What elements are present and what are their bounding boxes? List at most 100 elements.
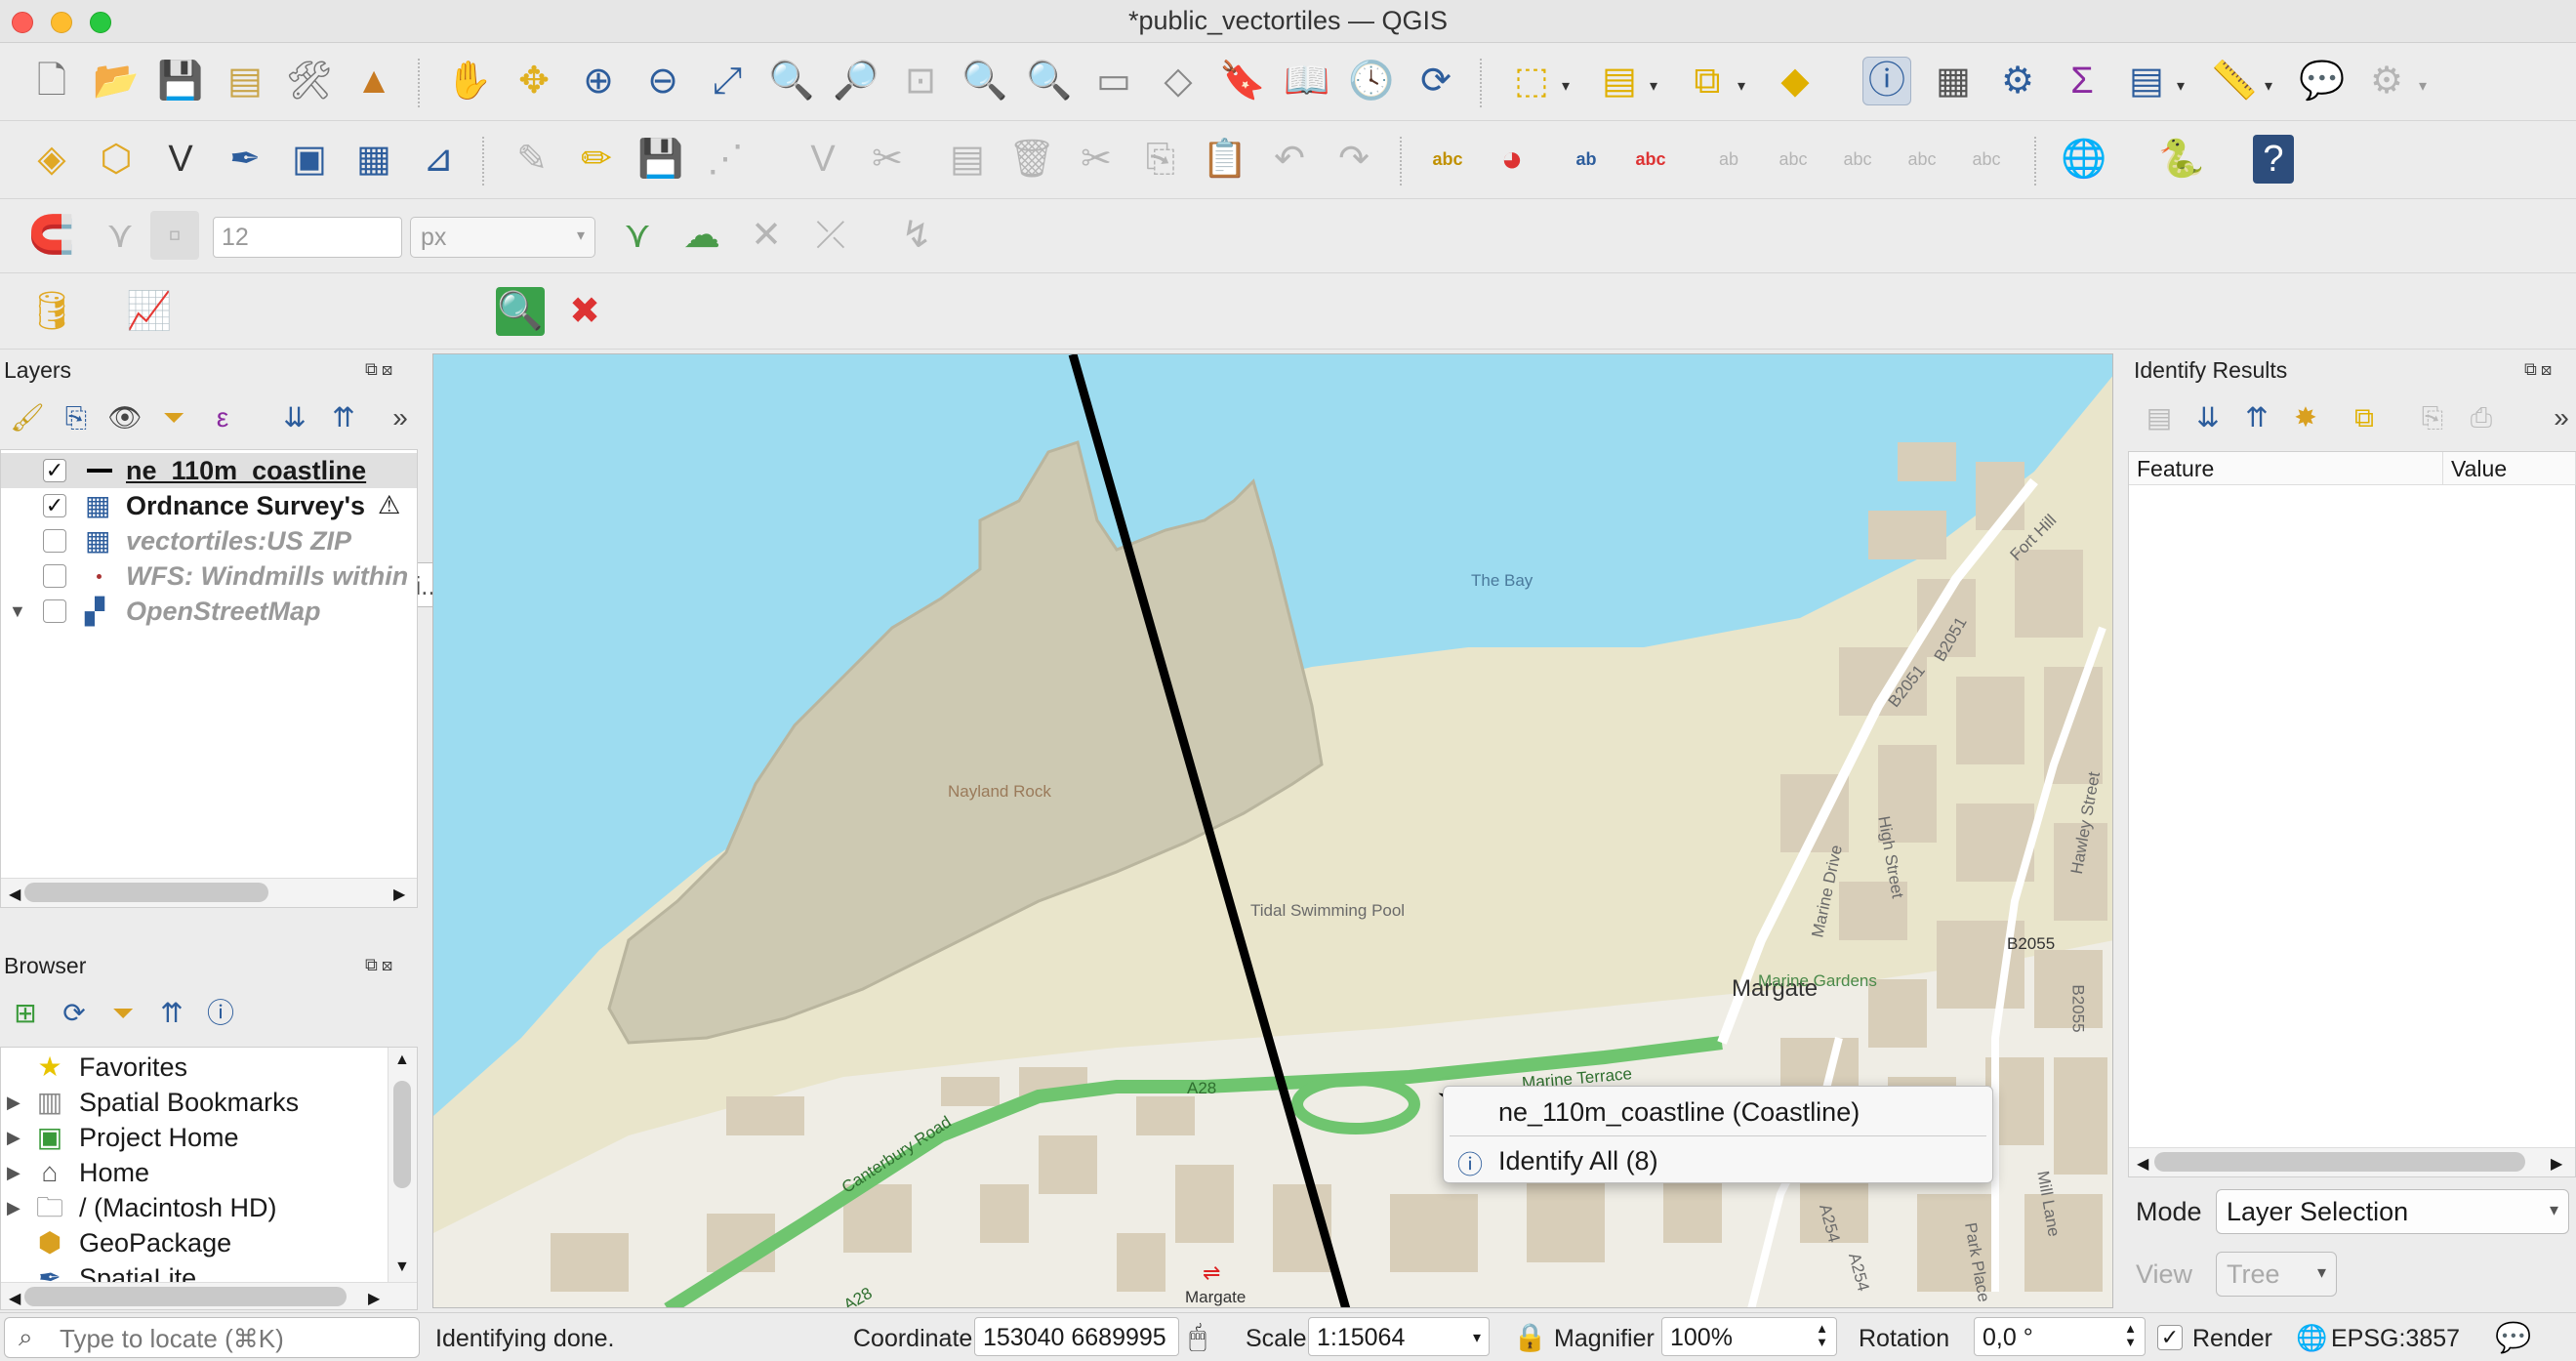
layer-visibility-checkbox[interactable]: ✓ xyxy=(43,494,66,517)
geocoder-search-icon[interactable]: 🔍 xyxy=(496,287,545,336)
zoom-out-icon[interactable]: ⊖ xyxy=(638,57,687,105)
help-icon[interactable]: ? xyxy=(2253,135,2294,184)
map-tips-icon[interactable]: 💬 xyxy=(2298,57,2347,105)
pan-map-icon[interactable]: ✋ xyxy=(445,57,494,105)
move-label-icon[interactable]: abc xyxy=(1833,135,1882,184)
measure-line-icon[interactable]: 📏 xyxy=(2210,57,2259,105)
add-selected-layers-icon[interactable]: ⊞ xyxy=(8,996,43,1031)
collapse-all-icon[interactable]: ⇈ xyxy=(326,400,361,435)
zoom-full-icon[interactable]: ⤢ xyxy=(703,57,752,105)
new-map-view-icon[interactable]: ▭ xyxy=(1089,57,1138,105)
browser-item-favorites[interactable]: ★ Favorites xyxy=(1,1050,391,1085)
layer-item-vectortiles-us-zip[interactable]: ▦ vectortiles:US ZIP xyxy=(1,523,417,558)
toggle-editing-icon[interactable]: ✏ xyxy=(572,135,621,184)
copy-feature-icon[interactable]: ⎘ xyxy=(2415,400,2450,435)
chevron-down-icon[interactable]: ▾ xyxy=(1650,76,1665,95)
scrollbar-thumb[interactable] xyxy=(2154,1152,2525,1172)
zoom-next-icon[interactable]: 🔍 xyxy=(1025,57,1074,105)
snap-tolerance-input[interactable]: 12 xyxy=(213,217,402,258)
label-toolbar-icon[interactable]: abc xyxy=(1423,135,1472,184)
digitize-icon[interactable]: ✒ xyxy=(221,135,269,184)
scrollbar-thumb[interactable] xyxy=(24,883,268,902)
settings-gear-icon[interactable]: ⚙ xyxy=(2362,57,2411,105)
identify-features-icon[interactable]: ⓘ xyxy=(1862,57,1911,105)
show-bookmarks-icon[interactable]: 📖 xyxy=(1283,57,1331,105)
expand-tree-icon[interactable]: ▤ xyxy=(2142,400,2177,435)
save-edits-icon[interactable]: 💾 xyxy=(636,135,685,184)
scrollbar-thumb[interactable] xyxy=(24,1287,347,1306)
save-project-icon[interactable]: 💾 xyxy=(156,57,205,105)
coordinate-field[interactable]: 153040 6689995 xyxy=(974,1317,1179,1356)
scroll-right-icon[interactable]: ▶ xyxy=(2551,1154,2562,1174)
zoom-to-layer-icon[interactable]: 🔎 xyxy=(832,57,880,105)
chevron-down-icon[interactable]: ▾ xyxy=(1562,76,1577,95)
redo-icon[interactable]: ↷ xyxy=(1329,135,1378,184)
filter-expression-icon[interactable]: ε xyxy=(205,400,240,435)
open-attribute-table-icon[interactable]: ▤ xyxy=(2122,57,2171,105)
browser-vertical-scrollbar[interactable]: ▲ ▼ xyxy=(388,1048,417,1282)
paste-features-icon[interactable]: 📋 xyxy=(1201,135,1249,184)
profile-tool-icon[interactable]: 📈 xyxy=(125,287,174,336)
expand-new-results-icon[interactable]: ✸ xyxy=(2288,400,2323,435)
refresh-icon[interactable]: ⟳ xyxy=(57,996,92,1031)
layer-item-ne-110m-coastline[interactable]: ✓ ne_110m_coastline xyxy=(1,453,417,488)
more-tools-icon[interactable]: » xyxy=(2544,400,2576,435)
browser-item-macintosh-hd[interactable]: ▶ 🗀 / (Macintosh HD) xyxy=(1,1190,391,1225)
column-header-value[interactable]: Value xyxy=(2443,452,2576,485)
layer-visibility-checkbox[interactable] xyxy=(43,599,66,623)
expand-arrow-icon[interactable]: ▼ xyxy=(9,601,26,622)
menu-item-identify-all[interactable]: ⓘ Identify All (8) xyxy=(1444,1139,1992,1184)
chevron-down-icon[interactable]: ▾ xyxy=(2419,76,2434,95)
rotation-field[interactable]: 0,0 ° ▲ ▼ xyxy=(1974,1317,2146,1356)
modify-attributes-icon[interactable]: ✂ xyxy=(863,135,912,184)
browser-item-home[interactable]: ▶ ⌂ Home xyxy=(1,1155,391,1190)
snap-type-icon[interactable]: ▫ xyxy=(150,211,199,260)
current-edits-icon[interactable]: ✎ xyxy=(508,135,556,184)
print-icon[interactable]: ⎙ xyxy=(2464,400,2499,435)
globe-crs-icon[interactable]: 🌐 xyxy=(2296,1323,2327,1353)
expand-arrow-icon[interactable]: ▶ xyxy=(7,1163,20,1183)
open-project-icon[interactable]: 📂 xyxy=(92,57,141,105)
more-tools-icon[interactable]: » xyxy=(383,400,418,435)
magnet-icon[interactable]: 🧲 xyxy=(27,211,76,260)
temporal-controller-icon[interactable]: 🕓 xyxy=(1347,57,1396,105)
add-feature-icon[interactable]: ⋰ xyxy=(701,135,750,184)
deselect-features-icon[interactable]: ⧉ xyxy=(1683,57,1732,105)
layer-tree-horizontal-scrollbar[interactable]: ◀ ▶ xyxy=(1,878,417,907)
expand-all-icon[interactable]: ⇊ xyxy=(277,400,312,435)
data-source-manager-icon[interactable]: ◈ xyxy=(27,135,76,184)
layer-item-ordnance-survey[interactable]: ✓ ▦ Ordnance Survey's ⚠ xyxy=(1,488,417,523)
zoom-to-selection-icon[interactable]: 🔍 xyxy=(767,57,816,105)
select-by-value-icon[interactable]: ▤ xyxy=(1595,57,1644,105)
scroll-left-icon[interactable]: ◀ xyxy=(9,885,20,904)
statistics-icon[interactable]: Σ xyxy=(2058,57,2106,105)
attribute-table-icon[interactable]: ▦ xyxy=(1929,57,1978,105)
clear-results-icon[interactable]: ⧉ xyxy=(2347,400,2382,435)
layer-labeling-icon[interactable]: ab xyxy=(1562,135,1611,184)
zoom-in-icon[interactable]: ⊕ xyxy=(574,57,623,105)
snap-intersection-icon[interactable]: ✕ xyxy=(742,211,791,260)
panel-float-close-icon[interactable]: ⧉⊠ xyxy=(365,359,396,380)
processing-toolbox-icon[interactable]: ⚙ xyxy=(1993,57,2042,105)
layer-visibility-checkbox[interactable]: ✓ xyxy=(43,459,66,482)
properties-info-icon[interactable]: ⓘ xyxy=(203,996,238,1031)
browser-horizontal-scrollbar[interactable]: ◀ ▶ xyxy=(1,1282,417,1309)
lock-scale-icon[interactable]: 🔒 xyxy=(1513,1321,1547,1353)
new-3d-map-view-icon[interactable]: ◇ xyxy=(1154,57,1203,105)
refresh-icon[interactable]: ⟳ xyxy=(1411,57,1460,105)
chevron-down-icon[interactable]: ▾ xyxy=(2265,76,2280,95)
add-raster-layer-icon[interactable]: ▦ xyxy=(349,135,398,184)
menu-item-coastline[interactable]: ne_110m_coastline (Coastline) xyxy=(1444,1091,1992,1135)
highlight-pinned-labels-icon[interactable]: abc xyxy=(1626,135,1675,184)
change-label-icon[interactable]: abc xyxy=(1962,135,2011,184)
new-project-icon[interactable]: 🗋 xyxy=(27,57,76,105)
magnifier-field[interactable]: 100% ▲ ▼ xyxy=(1661,1317,1837,1356)
browser-item-spatial-bookmarks[interactable]: ▶ ▥ Spatial Bookmarks xyxy=(1,1085,391,1120)
metasearch-icon[interactable]: 🌐 xyxy=(2060,135,2108,184)
delete-selected-icon[interactable]: 🗑 xyxy=(1007,135,1056,184)
snap-units-select[interactable]: px ▾ xyxy=(410,217,595,258)
scroll-up-icon[interactable]: ▲ xyxy=(394,1052,410,1069)
layer-item-openstreetmap[interactable]: ▼ ▞ OpenStreetMap xyxy=(1,594,417,629)
diagram-icon[interactable]: ◕ xyxy=(1488,135,1536,184)
vertex-tool-icon[interactable]: V xyxy=(798,135,847,184)
